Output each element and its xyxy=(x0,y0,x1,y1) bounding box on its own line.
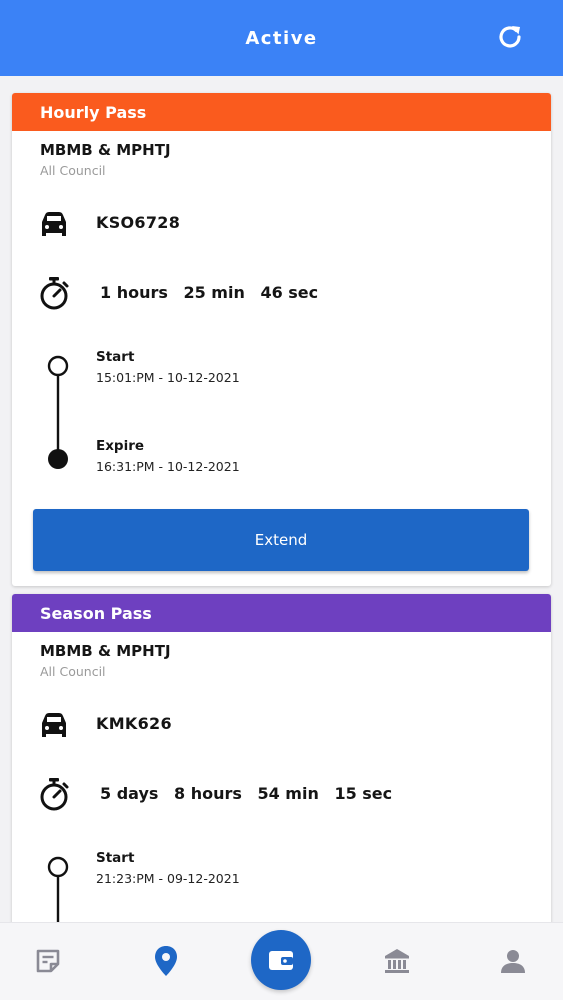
profile-icon xyxy=(501,950,525,973)
remaining-hours: 1 hours xyxy=(100,283,168,302)
council-name: MBMB & MPHTJ xyxy=(40,642,171,660)
time-remaining: 5 days 8 hours 54 min 15 sec xyxy=(100,784,402,803)
pass-type-band: Season Pass xyxy=(12,594,551,632)
expire-marker xyxy=(48,449,68,469)
notes-icon xyxy=(36,949,60,973)
council-subtitle: All Council xyxy=(40,163,106,178)
pass-type-band: Hourly Pass xyxy=(12,93,551,131)
start-time: 21:23:PM - 09-12-2021 xyxy=(96,871,240,886)
expire-label: Expire xyxy=(96,438,145,454)
stopwatch-icon xyxy=(36,776,72,812)
car-icon xyxy=(36,708,72,744)
start-marker xyxy=(47,856,69,878)
car-icon xyxy=(36,207,72,243)
council-subtitle: All Council xyxy=(40,664,106,679)
pass-list: Hourly Pass MBMB & MPHTJ All Council KSO… xyxy=(0,76,563,922)
time-remaining: 1 hours 25 min 46 sec xyxy=(100,283,328,302)
start-time: 15:01:PM - 10-12-2021 xyxy=(96,370,240,385)
nav-bank[interactable] xyxy=(379,943,415,979)
remaining-seconds: 15 sec xyxy=(334,784,393,803)
extend-button[interactable]: Extend xyxy=(33,509,529,571)
start-label: Start xyxy=(96,349,135,365)
remaining-hours: 8 hours xyxy=(174,784,242,803)
remaining-minutes: 54 min xyxy=(257,784,319,803)
validity-timeline xyxy=(46,856,70,922)
remaining-seconds: 46 sec xyxy=(260,283,319,302)
remaining-days: 5 days xyxy=(100,784,159,803)
council-name: MBMB & MPHTJ xyxy=(40,141,171,159)
pass-type-label: Season Pass xyxy=(40,603,152,623)
expire-time: 16:31:PM - 10-12-2021 xyxy=(96,459,240,474)
nav-notes[interactable] xyxy=(30,943,66,979)
page-title: Active xyxy=(245,27,318,49)
vehicle-plate: KMK626 xyxy=(96,714,172,733)
start-label: Start xyxy=(96,850,135,866)
nav-profile[interactable] xyxy=(495,943,531,979)
bank-icon xyxy=(385,949,409,973)
remaining-minutes: 25 min xyxy=(183,283,245,302)
vehicle-plate: KSO6728 xyxy=(96,213,181,232)
refresh-button[interactable] xyxy=(495,22,525,52)
season-pass-card: Season Pass MBMB & MPHTJ All Council KMK… xyxy=(12,594,551,922)
app-header: Active xyxy=(0,0,563,76)
location-pin-icon xyxy=(155,946,177,976)
start-marker xyxy=(47,355,69,377)
validity-timeline xyxy=(46,355,70,471)
bottom-nav xyxy=(0,922,563,1000)
hourly-pass-card: Hourly Pass MBMB & MPHTJ All Council KSO… xyxy=(12,93,551,586)
pass-type-label: Hourly Pass xyxy=(40,102,147,122)
nav-location[interactable] xyxy=(148,943,184,979)
refresh-icon xyxy=(499,26,521,48)
wallet-icon xyxy=(269,951,293,970)
nav-wallet[interactable] xyxy=(251,930,311,990)
stopwatch-icon xyxy=(36,275,72,311)
